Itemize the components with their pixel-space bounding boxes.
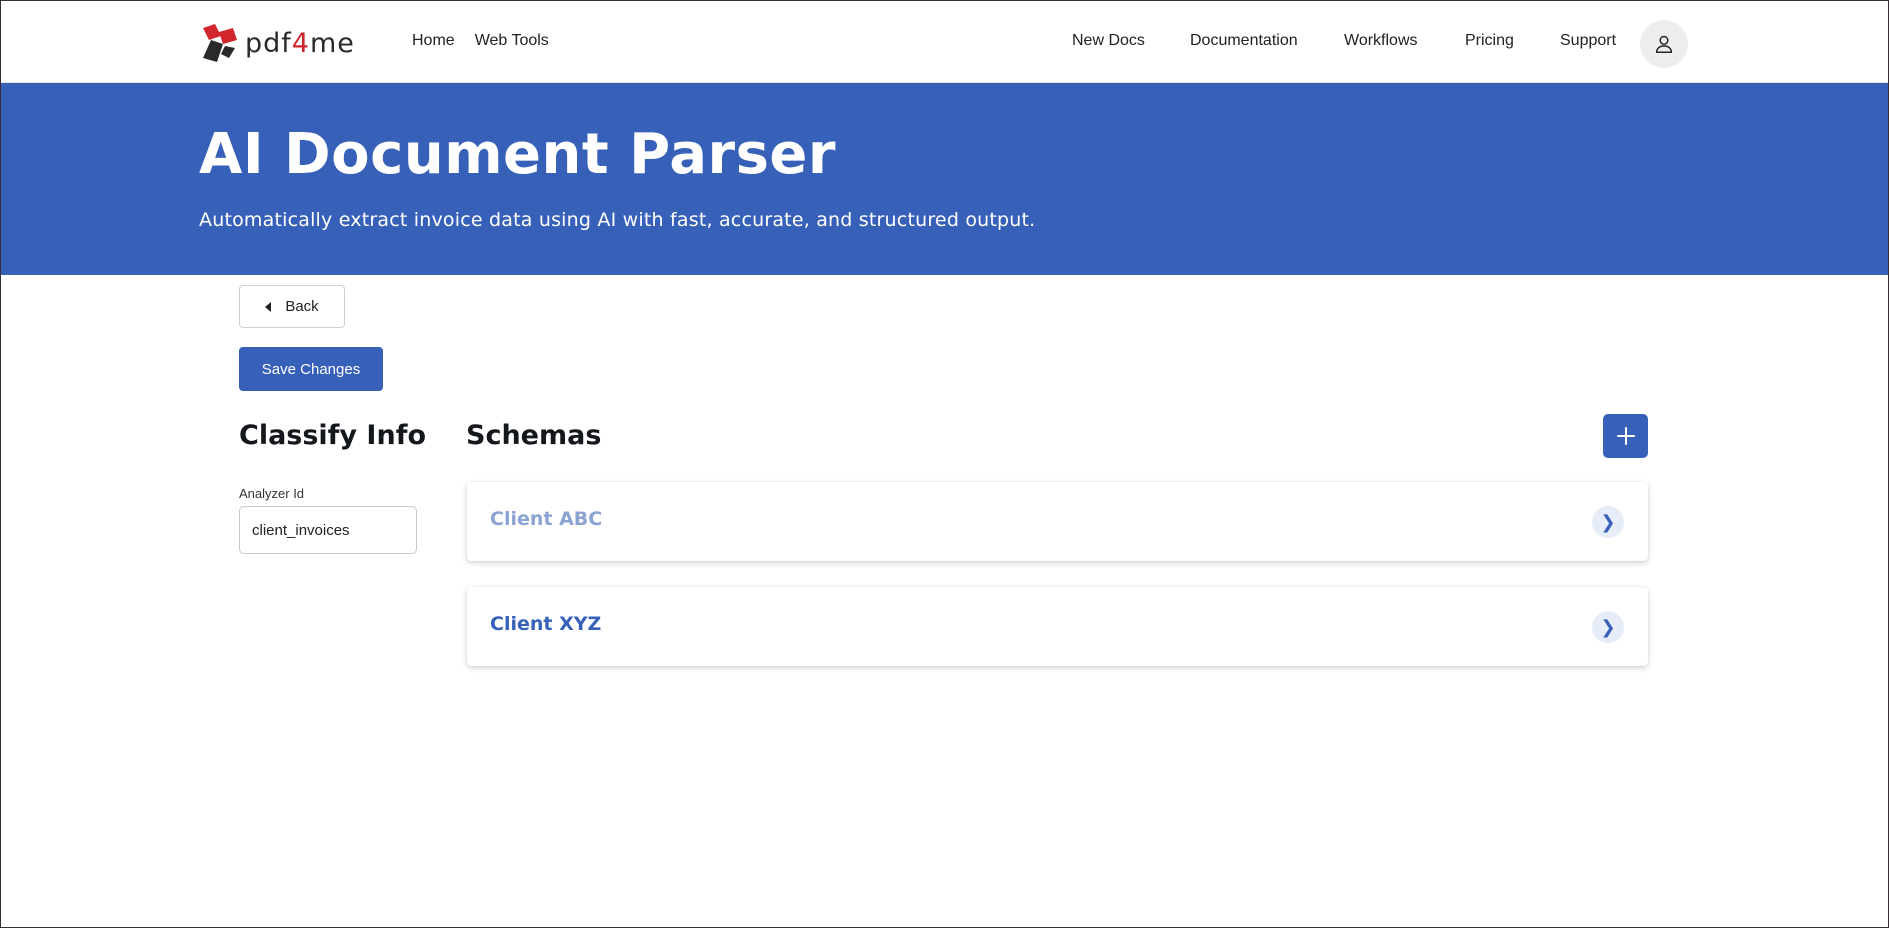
- hero-banner: AI Document Parser Automatically extract…: [1, 83, 1888, 275]
- classify-info-heading: Classify Info: [239, 420, 426, 451]
- chevron-right-icon[interactable]: ❯: [1592, 506, 1624, 538]
- schema-card-client-xyz[interactable]: Client XYZ ❯: [467, 587, 1648, 666]
- schema-name: Client ABC: [490, 508, 603, 530]
- save-button-label: Save Changes: [261, 360, 361, 378]
- schemas-heading: Schemas: [466, 420, 602, 451]
- pdf4me-logo[interactable]: pdf4me: [199, 22, 355, 64]
- analyzer-id-input[interactable]: [239, 506, 417, 554]
- primary-nav: Home Web Tools: [412, 32, 549, 50]
- caret-left-icon: [265, 301, 272, 312]
- nav-documentation[interactable]: Documentation: [1190, 32, 1298, 50]
- back-button[interactable]: Back: [239, 285, 345, 328]
- page-title: AI Document Parser: [199, 122, 837, 187]
- add-schema-button[interactable]: [1603, 414, 1648, 458]
- nav-support[interactable]: Support: [1560, 32, 1616, 50]
- logo-mark-icon: [203, 24, 237, 62]
- save-changes-button[interactable]: Save Changes: [239, 347, 383, 391]
- logo-wordmark: pdf4me: [245, 27, 355, 59]
- nav-new-docs[interactable]: New Docs: [1072, 32, 1145, 50]
- nav-web-tools[interactable]: Web Tools: [475, 32, 549, 50]
- top-navigation: pdf4me Home Web Tools New Docs Documenta…: [1, 1, 1888, 83]
- schema-name: Client XYZ: [490, 613, 602, 635]
- nav-pricing[interactable]: Pricing: [1465, 32, 1514, 50]
- back-button-label: Back: [285, 298, 319, 315]
- plus-icon: [1616, 427, 1635, 445]
- user-icon: [1655, 35, 1673, 53]
- nav-home[interactable]: Home: [412, 32, 455, 50]
- page-subtitle: Automatically extract invoice data using…: [199, 209, 1036, 231]
- analyzer-id-label: Analyzer Id: [239, 486, 305, 501]
- schema-card-client-abc[interactable]: Client ABC ❯: [467, 482, 1648, 561]
- account-button[interactable]: [1640, 20, 1688, 68]
- chevron-right-icon[interactable]: ❯: [1592, 611, 1624, 643]
- nav-workflows[interactable]: Workflows: [1344, 32, 1418, 50]
